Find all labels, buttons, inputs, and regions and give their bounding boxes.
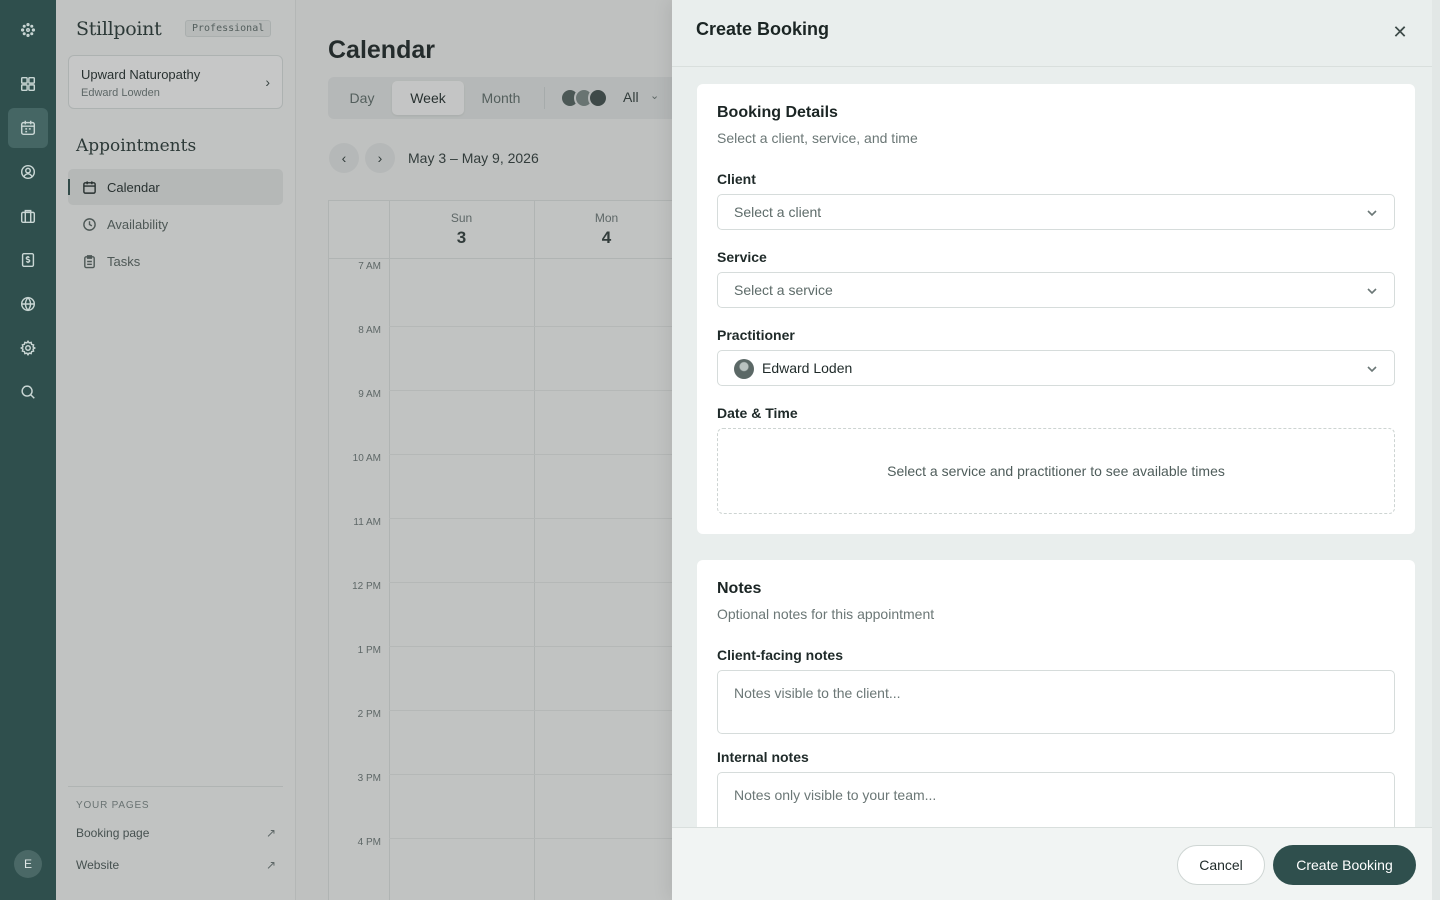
datetime-placeholder: Select a service and practitioner to see… (717, 428, 1395, 514)
close-icon[interactable]: ✕ (1390, 22, 1410, 42)
select-placeholder: Select a client (734, 204, 822, 220)
practitioner-select[interactable]: Edward Loden (717, 350, 1395, 386)
globe-icon[interactable] (8, 284, 48, 324)
client-notes-input[interactable]: Notes visible to the client... (717, 670, 1395, 734)
card-title: Booking Details (717, 104, 838, 121)
booking-details-card: Booking Details Select a client, service… (697, 84, 1415, 534)
chevron-down-icon (1366, 362, 1378, 374)
scrollbar[interactable] (1432, 0, 1440, 900)
dashboard-icon[interactable] (8, 64, 48, 104)
chevron-down-icon (1366, 284, 1378, 296)
search-icon[interactable] (8, 372, 48, 412)
internal-notes-label: Internal notes (717, 749, 809, 765)
avatar (734, 359, 754, 379)
service-select[interactable]: Select a service (717, 272, 1395, 308)
card-subtitle: Select a client, service, and time (717, 130, 918, 146)
create-booking-button[interactable]: Create Booking (1273, 845, 1416, 885)
drawer-header: Create Booking ✕ (672, 0, 1440, 67)
client-notes-label: Client-facing notes (717, 647, 844, 663)
client-select[interactable]: Select a client (717, 194, 1395, 230)
card-subtitle: Optional notes for this appointment (717, 606, 935, 622)
briefcase-icon[interactable] (8, 196, 48, 236)
calendar-icon[interactable] (8, 108, 48, 148)
create-booking-drawer: Create Booking ✕ Booking Details Select … (672, 0, 1440, 900)
invoice-icon[interactable] (8, 240, 48, 280)
service-label: Service (717, 249, 767, 265)
logo-icon[interactable] (8, 10, 48, 50)
chevron-down-icon (1366, 206, 1378, 218)
select-placeholder: Select a service (734, 282, 833, 298)
icon-rail: E (0, 0, 56, 900)
datetime-label: Date & Time (717, 405, 798, 421)
cancel-button[interactable]: Cancel (1177, 845, 1265, 885)
client-label: Client (717, 171, 756, 187)
settings-icon[interactable] (8, 328, 48, 368)
clients-icon[interactable] (8, 152, 48, 192)
user-avatar[interactable]: E (14, 850, 42, 878)
card-title: Notes (717, 580, 762, 597)
drawer-footer: Cancel Create Booking (672, 827, 1440, 900)
select-value: Edward Loden (762, 360, 853, 376)
notes-card: Notes Optional notes for this appointmen… (697, 560, 1415, 860)
practitioner-label: Practitioner (717, 327, 795, 343)
drawer-title: Create Booking (696, 19, 830, 39)
